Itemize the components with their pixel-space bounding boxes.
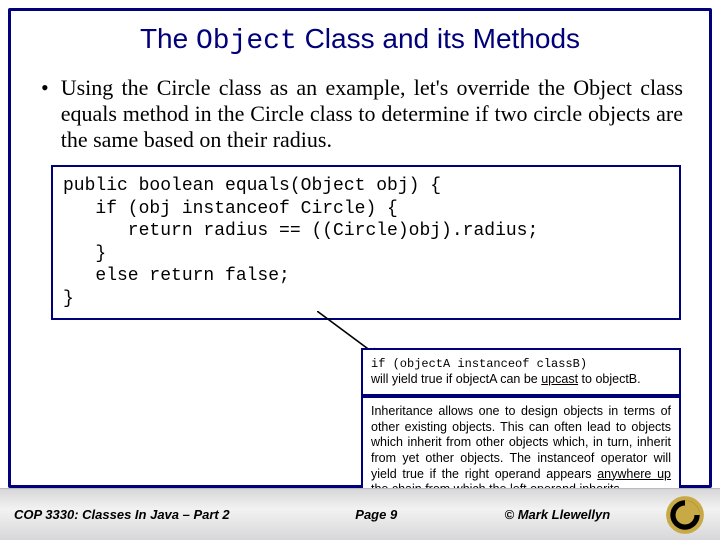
sidebox1-t2: to objectB. xyxy=(578,372,641,386)
title-post: Class and its Methods xyxy=(297,23,580,54)
sidebox1-code: if (objectA instanceof classB) xyxy=(371,357,587,371)
sidebox2-ul: anywhere up xyxy=(597,467,671,481)
ucf-logo-icon xyxy=(664,494,706,536)
sidebox1-t1: will yield true if objectA can be xyxy=(371,372,541,386)
footer-page: Page 9 xyxy=(296,507,457,522)
title-pre: The xyxy=(140,23,196,54)
footer-copyright: © Mark Llewellyn xyxy=(457,507,658,522)
code-box: public boolean equals(Object obj) { if (… xyxy=(51,165,681,320)
bullet-text: Using the Circle class as an example, le… xyxy=(61,75,683,153)
title-mono: Object xyxy=(196,26,297,57)
footer-course: COP 3330: Classes In Java – Part 2 xyxy=(14,507,296,522)
bullet-dot: • xyxy=(41,75,49,153)
content-frame: The Object Class and its Methods • Using… xyxy=(8,8,712,488)
sidebox-instanceof: if (objectA instanceof classB) will yiel… xyxy=(361,348,681,396)
code-text: public boolean equals(Object obj) { if (… xyxy=(63,176,538,309)
slide: The Object Class and its Methods • Using… xyxy=(0,0,720,540)
bullet-item: • Using the Circle class as an example, … xyxy=(41,75,683,153)
slide-title: The Object Class and its Methods xyxy=(11,23,709,57)
footer-bar: COP 3330: Classes In Java – Part 2 Page … xyxy=(0,488,720,540)
sidebox1-ul: upcast xyxy=(541,372,578,386)
